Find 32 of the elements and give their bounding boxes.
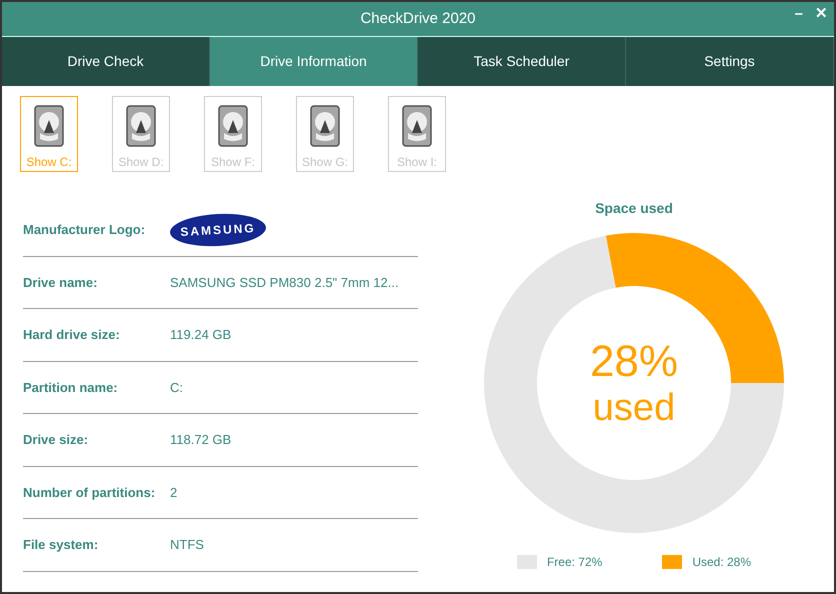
- hard-drive-icon: [310, 105, 340, 147]
- legend-label: Used: 28%: [692, 554, 752, 571]
- field-value: 118.72 GB: [170, 431, 232, 449]
- close-button[interactable]: ✕: [813, 6, 830, 21]
- drive-button[interactable]: Show C:: [20, 96, 78, 172]
- field-label: File system:: [23, 536, 100, 554]
- field-label: Drive size:: [23, 431, 90, 449]
- tab[interactable]: Drive Information: [210, 37, 418, 86]
- field-label: Manufacturer Logo:: [23, 221, 146, 239]
- chart-title: Space used: [595, 199, 673, 218]
- hard-drive-icon: [402, 105, 432, 147]
- field-label: Drive name:: [23, 274, 98, 292]
- tab[interactable]: Drive Check: [2, 37, 210, 86]
- field-value: 119.24 GB: [170, 326, 232, 344]
- usage-percent: 28%: [590, 337, 678, 387]
- field-label: Hard drive size:: [23, 326, 121, 344]
- hard-drive-icon: [218, 105, 248, 147]
- field-value: SAMSUNG SSD PM830 2.5" 7mm 12...: [170, 274, 399, 292]
- tab[interactable]: Settings: [626, 37, 834, 86]
- manufacturer-logo: SAMSUNG: [169, 211, 267, 248]
- window-title: CheckDrive 2020: [360, 8, 476, 29]
- minimize-button[interactable]: –: [792, 6, 805, 21]
- field-value: 2: [170, 484, 178, 502]
- field-label: Partition name:: [23, 378, 119, 396]
- field-value: NTFS: [170, 536, 204, 554]
- hard-drive-icon: [34, 105, 64, 147]
- legend-label: Free: 72%: [546, 554, 602, 571]
- field-value: C:: [170, 378, 183, 396]
- usage-label: used: [592, 387, 676, 429]
- hard-drive-icon: [126, 105, 156, 147]
- field-label: Number of partitions:: [23, 484, 156, 502]
- tab[interactable]: Task Scheduler: [418, 37, 626, 86]
